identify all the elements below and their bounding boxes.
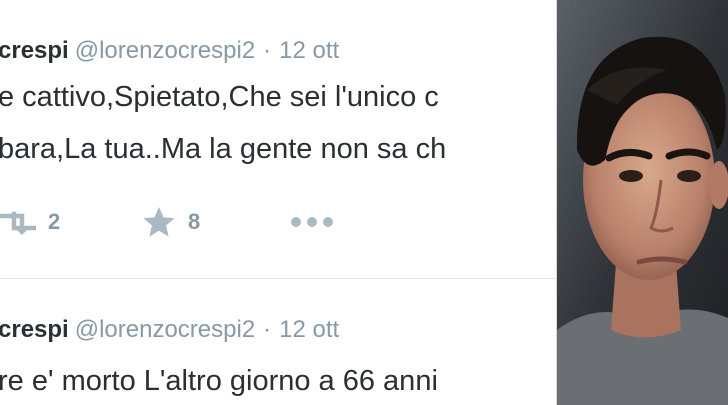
tweet[interactable]: crespi @lorenzocrespi2 · 12 ott re e' morto… [0, 279, 556, 405]
tweet-text-line: bara,La tua..Ma la gente non sa ch [0, 133, 447, 165]
separator-dot: · [263, 37, 272, 64]
author-handle[interactable]: @lorenzocrespi2 [75, 316, 255, 343]
tweet-feed: crespi @lorenzocrespi2 · 12 ott e cattivo,S… [0, 0, 557, 405]
portrait-photo [557, 0, 728, 405]
author-name[interactable]: crespi [0, 37, 69, 64]
tweet-date[interactable]: 12 ott [279, 37, 339, 64]
separator-dot: · [263, 316, 272, 343]
more-icon [291, 217, 333, 227]
favorite-count: 8 [188, 209, 201, 234]
tweet-header: crespi @lorenzocrespi2 · 12 ott [0, 315, 339, 345]
portrait-illustration [557, 0, 728, 405]
favorite-button[interactable]: 8 [142, 204, 200, 240]
author-handle[interactable]: @lorenzocrespi2 [75, 37, 255, 64]
tweet-text-line: re e' morto L'altro giorno a 66 anni [0, 365, 438, 397]
tweet-header: crespi @lorenzocrespi2 · 12 ott [0, 36, 339, 66]
star-icon [143, 207, 175, 237]
more-button[interactable] [290, 204, 334, 240]
tweet[interactable]: crespi @lorenzocrespi2 · 12 ott e cattivo,S… [0, 0, 556, 279]
tweet-date[interactable]: 12 ott [279, 316, 339, 343]
retweet-button[interactable]: 2 [0, 204, 60, 240]
retweet-count: 2 [48, 209, 61, 234]
author-name[interactable]: crespi [0, 316, 69, 343]
tweet-actions: 2 8 [0, 204, 556, 240]
retweet-icon [0, 211, 36, 235]
tweet-text-line: e cattivo,Spietato,Che sei l'unico c [0, 81, 439, 113]
